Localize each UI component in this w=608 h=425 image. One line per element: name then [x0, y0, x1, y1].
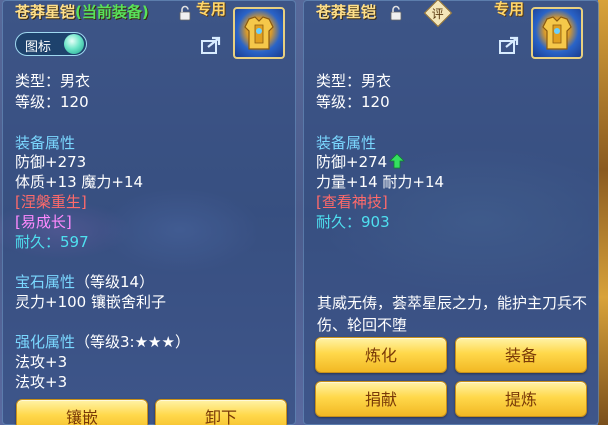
lock-icon[interactable]	[388, 5, 404, 21]
donate-button[interactable]: 捐献	[315, 381, 447, 417]
equipped-item-tooltip: 苍莽星铠(当前装备) 专用 图标 类型：男衣 等级：120 装备属性 防御+27…	[2, 0, 296, 425]
compare-item-tooltip: 苍莽星铠 评 专用 类型：男衣 等级：120 装备属性 防御+274 力量+14…	[303, 0, 599, 425]
lock-icon[interactable]	[177, 5, 193, 21]
unequip-button[interactable]: 卸下	[155, 399, 287, 425]
special-effect-nirvana[interactable]: [涅槃重生]	[15, 192, 87, 212]
item-type: 类型：男衣	[15, 72, 91, 90]
attribute-header: 装备属性	[15, 134, 76, 152]
armor-item-icon[interactable]	[531, 7, 583, 59]
item-level: 等级：120	[15, 93, 89, 111]
enhance-stat-1: 法攻+3	[15, 353, 68, 371]
item-description: 其威无俦，荟萃星辰之力，能护主刀兵不伤、轮回不堕	[317, 294, 588, 334]
item-type: 类型：男衣	[316, 72, 392, 90]
toggle-knob-icon	[64, 34, 84, 54]
defense-stat: 防御+273	[15, 153, 87, 171]
extract-button[interactable]: 提炼	[455, 381, 587, 417]
exclusive-label: 专用	[196, 0, 227, 18]
share-icon[interactable]	[498, 35, 522, 55]
special-skill-link[interactable]: [查看神技]	[316, 192, 388, 212]
enhance-attribute: 强化属性（等级3:★★★）	[15, 333, 190, 351]
share-icon[interactable]	[200, 35, 224, 55]
upgrade-arrow-icon	[389, 153, 406, 169]
background-edge-decoration	[598, 0, 608, 425]
durability: 耐久：597	[15, 233, 89, 251]
defense-stat: 防御+274	[316, 152, 406, 172]
gem-attribute: 宝石属性（等级14）	[15, 273, 155, 291]
equip-button[interactable]: 装备	[455, 337, 587, 373]
refine-button[interactable]: 炼化	[315, 337, 447, 373]
rating-badge-icon[interactable]: 评	[423, 0, 453, 28]
attribute-header: 装备属性	[316, 134, 377, 152]
enhance-stat-2: 法攻+3	[15, 373, 68, 391]
gem-effect: 灵力+100 镶嵌舍利子	[15, 293, 166, 311]
item-level: 等级：120	[316, 93, 390, 111]
special-effect-growth[interactable]: [易成长]	[15, 212, 72, 232]
durability: 耐久：903	[316, 213, 390, 231]
attribute-stats: 力量+14 耐力+14	[316, 173, 445, 191]
inlay-button[interactable]: 镶嵌	[16, 399, 148, 425]
item-title: 苍莽星铠	[316, 3, 377, 21]
item-title: 苍莽星铠(当前装备)	[15, 3, 149, 21]
icon-toggle-label: 图标	[25, 40, 52, 55]
icon-toggle[interactable]: 图标	[15, 32, 87, 56]
attribute-stats: 体质+13 魔力+14	[15, 173, 144, 191]
exclusive-label: 专用	[494, 0, 525, 18]
current-equipped-label: (当前装备)	[75, 3, 149, 21]
armor-item-icon[interactable]	[233, 7, 285, 59]
